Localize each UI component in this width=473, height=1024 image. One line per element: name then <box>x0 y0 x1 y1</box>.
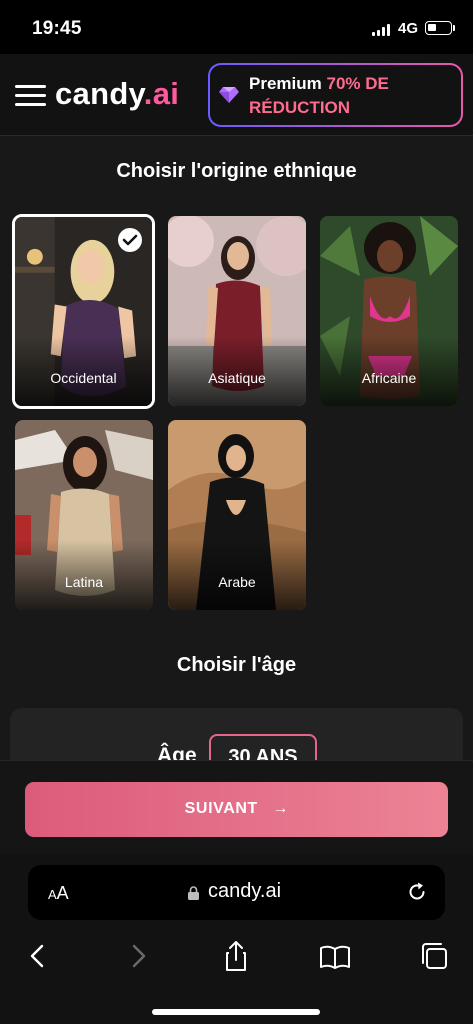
gem-icon <box>219 87 239 103</box>
ethnicity-option-occidental[interactable]: Occidental <box>12 214 155 409</box>
ethnicity-label: Arabe <box>218 574 256 590</box>
footer-bar: SUIVANT → <box>0 760 473 854</box>
hamburger-menu-icon[interactable] <box>15 85 46 107</box>
premium-label: Premium <box>249 74 322 93</box>
ethnicity-option-arabe[interactable]: Arabe <box>168 420 306 610</box>
tabs-icon[interactable] <box>418 939 452 973</box>
selected-check-icon <box>118 228 142 252</box>
next-button[interactable]: SUIVANT → <box>25 782 448 837</box>
text-size-button[interactable]: AA <box>48 883 69 904</box>
status-time: 19:45 <box>32 18 82 39</box>
ethnicity-option-asiatique[interactable]: Asiatique <box>168 216 306 406</box>
ethnicity-label: Africaine <box>361 370 417 386</box>
age-title: Choisir l'âge <box>176 654 297 676</box>
candy-logo[interactable]: candy.ai <box>55 76 179 112</box>
share-icon[interactable] <box>219 939 253 973</box>
url-text: candy.ai <box>208 880 282 902</box>
network-type: 4G <box>398 20 419 37</box>
address-bar[interactable]: AA candy.ai <box>28 865 445 920</box>
browser-chrome: AA candy.ai <box>0 854 473 1024</box>
age-value-field[interactable]: 30 ANS <box>209 734 317 760</box>
premium-discount-button[interactable]: Premium 70% DE RÉDUCTION <box>208 63 463 127</box>
logo-accent-text: .ai <box>143 76 180 111</box>
age-label: Âge <box>157 744 197 760</box>
app-header: candy.ai Premium 70% DE RÉDUCTION <box>0 54 473 136</box>
reload-icon[interactable] <box>406 881 428 903</box>
lock-icon <box>188 886 199 900</box>
age-panel: Âge 30 ANS <box>10 708 463 760</box>
ethnicity-label: Asiatique <box>208 370 266 386</box>
ethnicity-label: Latina <box>64 574 104 590</box>
ethnicity-label: Occidental <box>50 370 117 386</box>
cellular-signal-icon <box>372 24 392 36</box>
battery-icon <box>425 21 452 35</box>
logo-main-text: candy <box>55 76 144 111</box>
main-content: Choisir l'origine ethnique Occidental As… <box>0 136 473 760</box>
battery-tip <box>453 25 455 31</box>
status-bar: 19:45 4G <box>0 0 473 54</box>
home-indicator <box>152 1009 320 1015</box>
arrow-right-icon: → <box>272 800 289 817</box>
ethnicity-title: Choisir l'origine ethnique <box>116 160 357 182</box>
ethnicity-option-latina[interactable]: Latina <box>15 420 153 610</box>
bookmarks-icon[interactable] <box>318 939 352 973</box>
forward-icon[interactable] <box>121 939 155 973</box>
premium-text: Premium 70% DE RÉDUCTION <box>249 72 459 120</box>
next-button-label: SUIVANT <box>184 800 258 817</box>
ethnicity-option-africaine[interactable]: Africaine <box>320 216 458 406</box>
back-icon[interactable] <box>21 939 55 973</box>
